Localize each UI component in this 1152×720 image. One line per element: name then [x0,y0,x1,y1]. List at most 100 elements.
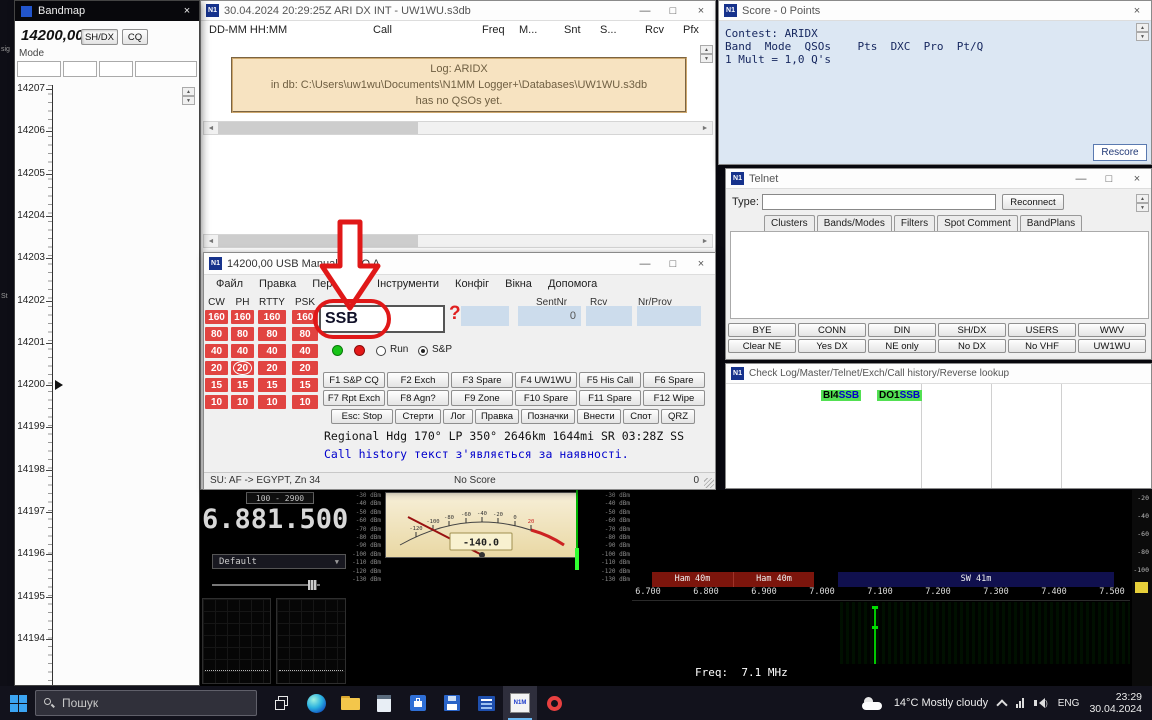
filter-input[interactable] [99,61,133,77]
tab-filters[interactable]: Filters [894,215,935,231]
band-button[interactable]: 80 [231,327,254,341]
shdx-button[interactable]: SH/DX [938,323,1006,337]
sp-label[interactable]: S&P [432,344,452,355]
score-spinner[interactable]: ▲▼ [1136,23,1149,41]
resize-grip[interactable] [704,478,714,488]
bye-button[interactable]: BYE [728,323,796,337]
entry-titlebar[interactable]: N1 14200,00 USB Manual - VFO A — □ × [204,253,715,275]
f6-button[interactable]: F6 Spare [643,372,705,388]
tab-bands-modes[interactable]: Bands/Modes [817,215,892,231]
conn-button[interactable]: CONN [798,323,866,337]
close-icon[interactable]: × [687,258,715,270]
minimize-icon[interactable]: — [631,5,659,17]
telnet-titlebar[interactable]: N1 Telnet — □ × [726,169,1151,189]
band-button[interactable]: 10 [258,395,286,409]
esc-stop-button[interactable]: Esc: Stop [331,409,393,424]
network-icon[interactable] [1016,698,1024,708]
minimize-icon[interactable]: — [1067,173,1095,185]
check-titlebar[interactable]: N1 Check Log/Master/Telnet/Exch/Call his… [726,364,1151,384]
menu-edit[interactable]: Правка [259,278,296,290]
tray-expand-icon[interactable] [996,699,1007,710]
column-header[interactable]: M... [519,24,537,36]
band-button[interactable]: 10 [292,395,318,409]
check-callsign[interactable]: DO1SSB [877,390,922,401]
band-button[interactable]: 10 [205,395,228,409]
filter-input[interactable] [17,61,61,77]
tuning-cursor[interactable] [576,490,578,570]
cq-button[interactable]: CQ [122,29,148,45]
store-button[interactable]: Внести [577,409,621,424]
users-button[interactable]: USERS [1008,323,1076,337]
volume-icon[interactable]: ) [1034,698,1048,708]
f1-button[interactable]: F1 S&P CQ [323,372,385,388]
f7-button[interactable]: F7 Rpt Exch [323,390,385,406]
no-vhf-button[interactable]: No VHF [1008,339,1076,353]
shdx-button[interactable]: SH/DX [81,29,118,45]
minimize-icon[interactable]: — [631,258,659,270]
din-button[interactable]: DIN [868,323,936,337]
f2-button[interactable]: F2 Exch [387,372,449,388]
band-button[interactable]: 80 [292,327,318,341]
level-marker[interactable] [1135,582,1148,593]
band-button[interactable]: 40 [205,344,228,358]
telnet-spinner[interactable]: ▲▼ [1136,194,1149,212]
scroll-left-icon[interactable]: ◄ [204,235,218,247]
f3-button[interactable]: F3 Spare [451,372,513,388]
scroll-thumb[interactable] [218,122,418,134]
spot-button[interactable]: Спот [623,409,659,424]
rescore-button[interactable]: Rescore [1093,144,1147,161]
opera-icon[interactable] [537,686,571,720]
run-radio[interactable] [376,346,386,356]
reconnect-button[interactable]: Reconnect [1002,194,1064,210]
band-button[interactable]: 15 [258,378,286,392]
store-icon[interactable] [401,686,435,720]
edit-button[interactable]: Правка [475,409,519,424]
menu-tools[interactable]: Інструменти [377,278,439,290]
telnet-command-input[interactable] [762,194,996,210]
score-titlebar[interactable]: N1 Score - 0 Points × [719,1,1151,21]
bandmap-spinner[interactable]: ▲▼ [182,87,195,105]
profile-dropdown[interactable]: Default ▼ [212,554,346,569]
wipe-button[interactable]: Стерти [395,409,441,424]
nrprov-field[interactable] [637,306,701,326]
snt-field[interactable] [461,306,509,326]
close-icon[interactable]: × [1123,5,1151,17]
folder-icon[interactable] [333,686,367,720]
menu-file[interactable]: Файл [216,278,243,290]
maximize-icon[interactable]: □ [1095,173,1123,185]
band-button[interactable]: 40 [231,344,254,358]
band-button-selected[interactable]: 20 [231,361,254,375]
slider-handle[interactable] [308,580,317,590]
band-button[interactable]: 80 [205,327,228,341]
run-label[interactable]: Run [390,344,408,355]
frequency-display[interactable]: 6.881.500 [202,504,348,535]
column-header[interactable]: Rcv [645,24,664,36]
no-dx-button[interactable]: No DX [938,339,1006,353]
search-input[interactable]: Пошук [35,690,257,716]
log-button[interactable]: Лог [443,409,473,424]
band-button[interactable]: 160 [205,310,228,324]
scroll-right-icon[interactable]: ► [698,235,712,247]
scroll-left-icon[interactable]: ◄ [204,122,218,134]
f11-button[interactable]: F11 Spare [579,390,641,406]
filter-input[interactable] [135,61,197,77]
ne-only-button[interactable]: NE only [868,339,936,353]
band-button[interactable]: 20 [292,361,318,375]
band-button[interactable]: 40 [258,344,286,358]
scroll-right-icon[interactable]: ► [698,122,712,134]
log-titlebar[interactable]: N1 30.04.2024 20:29:25Z ARI DX INT - UW1… [201,1,715,21]
volume-slider[interactable] [212,580,320,590]
menu-config[interactable]: Конфіг [455,278,489,290]
sentnr-field[interactable]: 0 [518,306,581,326]
maximize-icon[interactable]: □ [659,258,687,270]
spectrum-cursor[interactable] [874,606,876,664]
log-scrollbar-top[interactable]: ◄ ► [203,121,713,135]
log-scrollbar-bottom[interactable]: ◄ ► [203,234,713,248]
uw1wu-button[interactable]: UW1WU [1078,339,1146,353]
f12-button[interactable]: F12 Wipe [643,390,705,406]
band-button[interactable]: 10 [231,395,254,409]
scroll-track[interactable] [218,235,698,247]
tab-spot-comment[interactable]: Spot Comment [937,215,1018,231]
yes-dx-button[interactable]: Yes DX [798,339,866,353]
band-button[interactable]: 15 [292,378,318,392]
